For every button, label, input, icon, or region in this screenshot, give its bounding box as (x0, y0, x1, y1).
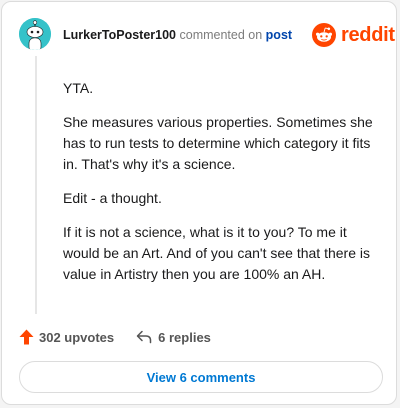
replies-count: 6 replies (158, 329, 211, 345)
reddit-snoo-icon (312, 23, 336, 47)
upvote-arrow-icon (19, 329, 34, 345)
comment-actions: 302 upvotes 6 replies (19, 328, 211, 346)
comment-paragraph: If it is not a science, what is it to yo… (63, 224, 370, 282)
comment-paragraph: YTA. (63, 80, 94, 96)
replies-button[interactable]: 6 replies (136, 330, 211, 345)
upvote-button[interactable]: 302 upvotes (19, 329, 114, 345)
comment-paragraph: She measures various properties. Sometim… (63, 114, 373, 172)
comment-header: LurkerToPoster100 commented on post (63, 28, 292, 44)
reddit-logo[interactable]: reddit (312, 22, 395, 48)
action-text: commented on (179, 28, 263, 42)
snoo-avatar-icon (19, 18, 51, 50)
reply-arrow-icon (136, 330, 152, 344)
reddit-wordmark: reddit (341, 23, 395, 46)
username-link[interactable]: LurkerToPoster100 (63, 28, 176, 42)
thread-line (35, 56, 37, 314)
post-link[interactable]: post (266, 28, 292, 42)
comment-body: YTA. She measures various properties. So… (63, 78, 385, 298)
upvote-count: 302 upvotes (39, 329, 115, 345)
comment-card: LurkerToPoster100 commented on post redd… (1, 1, 397, 405)
comment-paragraph: Edit - a thought. (63, 190, 162, 206)
view-comments-button[interactable]: View 6 comments (19, 361, 383, 393)
user-avatar[interactable] (19, 18, 51, 50)
